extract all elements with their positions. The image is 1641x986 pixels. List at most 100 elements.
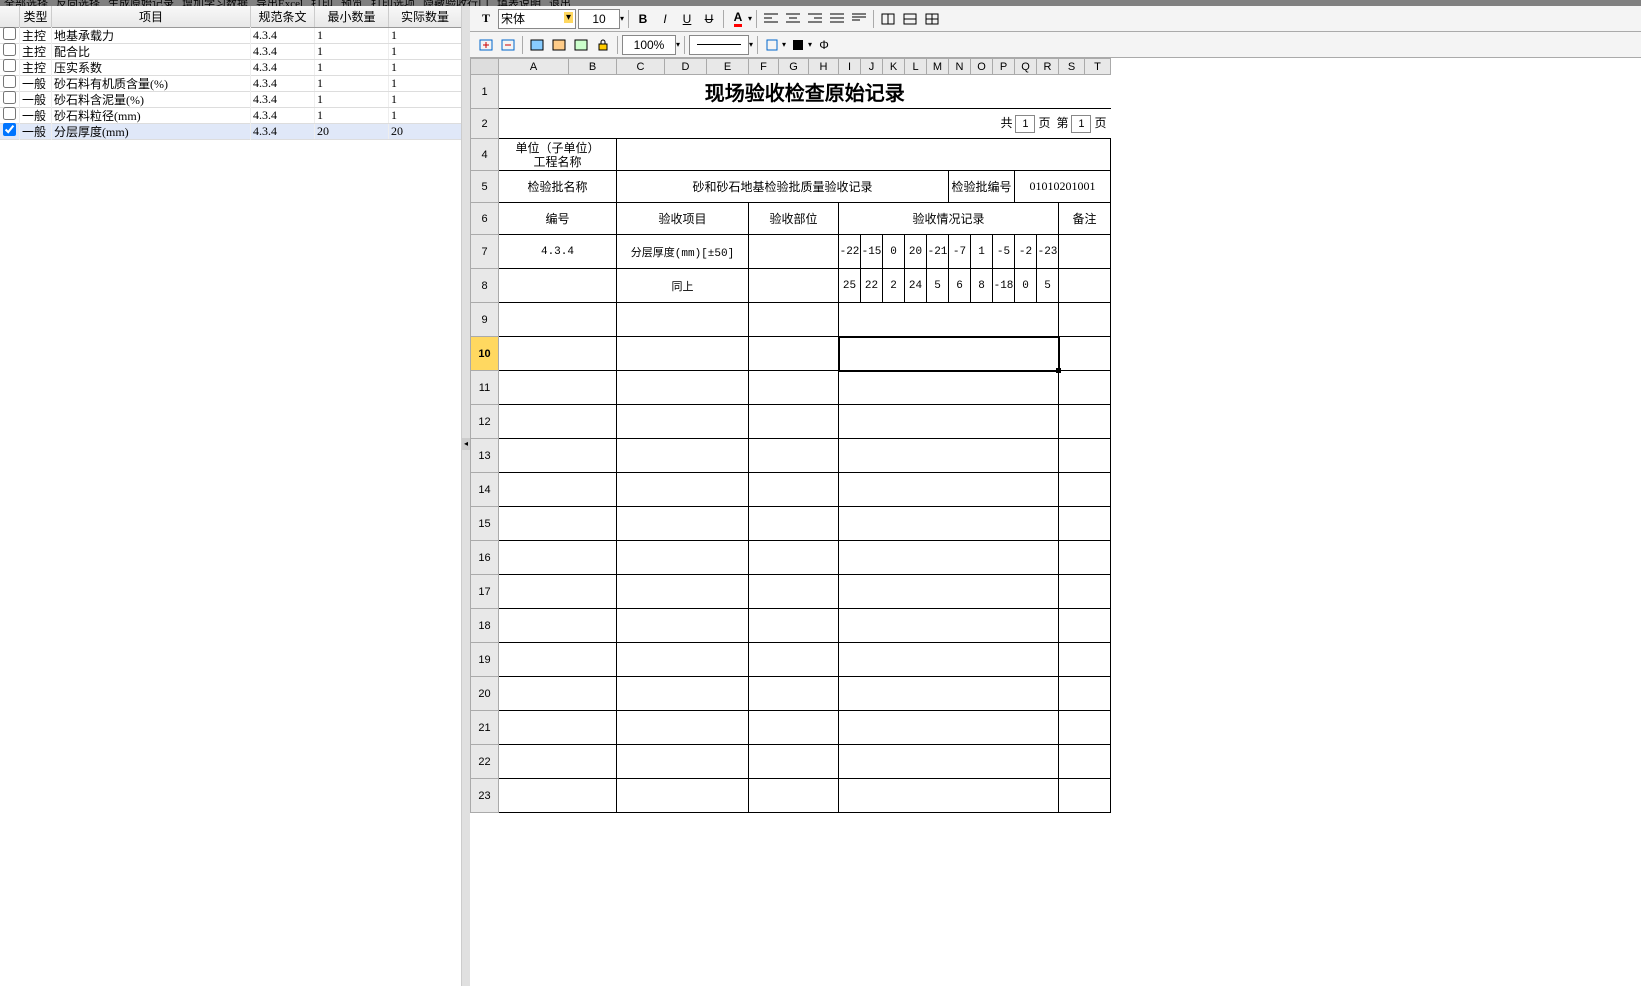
row-checkbox[interactable]: [3, 59, 16, 72]
empty-record[interactable]: [839, 609, 1059, 643]
r8-val[interactable]: 24: [905, 269, 927, 303]
empty-item[interactable]: [617, 677, 749, 711]
empty-code[interactable]: [499, 745, 617, 779]
row-header[interactable]: 4: [471, 139, 499, 171]
empty-code[interactable]: [499, 507, 617, 541]
dropdown-icon[interactable]: ▾: [808, 40, 812, 49]
row-header[interactable]: 5: [471, 171, 499, 203]
empty-item[interactable]: [617, 473, 749, 507]
unit-label-cell[interactable]: 单位（子单位） 工程名称: [499, 139, 617, 171]
bold-button[interactable]: B: [633, 9, 653, 29]
col-header[interactable]: N: [949, 59, 971, 75]
r8-val[interactable]: 25: [839, 269, 861, 303]
empty-part[interactable]: [749, 473, 839, 507]
row-checkbox[interactable]: [3, 91, 16, 104]
r7-val[interactable]: 1: [971, 235, 993, 269]
empty-item[interactable]: [617, 337, 749, 371]
empty-code[interactable]: [499, 303, 617, 337]
empty-item[interactable]: [617, 405, 749, 439]
font-size-select[interactable]: [578, 9, 620, 29]
unit-value-cell[interactable]: [617, 139, 1111, 171]
r7-item[interactable]: 分层厚度(mm)[±50]: [617, 235, 749, 269]
r8-item[interactable]: 同上: [617, 269, 749, 303]
batch-name-value[interactable]: 砂和砂石地基检验批质量验收记录: [617, 171, 949, 203]
row-header[interactable]: 15: [471, 507, 499, 541]
empty-part[interactable]: [749, 439, 839, 473]
r7-code[interactable]: 4.3.4: [499, 235, 617, 269]
row-header[interactable]: 23: [471, 779, 499, 813]
empty-part[interactable]: [749, 575, 839, 609]
delete-row-button[interactable]: [498, 35, 518, 55]
hdr-record[interactable]: 验收情况记录: [839, 203, 1059, 235]
dropdown-icon[interactable]: ▾: [749, 40, 753, 49]
empty-code[interactable]: [499, 439, 617, 473]
left-row[interactable]: 一般砂石料粒径(mm)4.3.411: [0, 108, 461, 124]
col-header[interactable]: F: [749, 59, 779, 75]
empty-item[interactable]: [617, 745, 749, 779]
col-header[interactable]: C: [617, 59, 665, 75]
col-header[interactable]: Q: [1015, 59, 1037, 75]
col-header[interactable]: I: [839, 59, 861, 75]
empty-item[interactable]: [617, 609, 749, 643]
col-header[interactable]: D: [665, 59, 707, 75]
col-header[interactable]: B: [569, 59, 617, 75]
align-right-button[interactable]: [805, 9, 825, 29]
empty-part[interactable]: [749, 303, 839, 337]
r7-val[interactable]: -15: [861, 235, 883, 269]
empty-record[interactable]: [839, 371, 1059, 405]
empty-code[interactable]: [499, 643, 617, 677]
col-header[interactable]: O: [971, 59, 993, 75]
empty-part[interactable]: [749, 507, 839, 541]
r7-val[interactable]: -23: [1037, 235, 1059, 269]
empty-part[interactable]: [749, 405, 839, 439]
empty-cell[interactable]: [499, 109, 949, 139]
row-header[interactable]: 14: [471, 473, 499, 507]
empty-record[interactable]: [839, 677, 1059, 711]
empty-remark[interactable]: [1059, 473, 1111, 507]
empty-remark[interactable]: [1059, 711, 1111, 745]
empty-item[interactable]: [617, 711, 749, 745]
hdr-remark[interactable]: 备注: [1059, 203, 1111, 235]
page-total-input[interactable]: [1015, 115, 1035, 133]
r8-val[interactable]: 0: [1015, 269, 1037, 303]
left-row[interactable]: 一般砂石料有机质含量(%)4.3.411: [0, 76, 461, 92]
row-header[interactable]: 19: [471, 643, 499, 677]
splitter-arrow-icon[interactable]: ◂: [462, 438, 470, 450]
row-header[interactable]: 16: [471, 541, 499, 575]
empty-remark[interactable]: [1059, 575, 1111, 609]
empty-item[interactable]: [617, 575, 749, 609]
empty-record[interactable]: [839, 643, 1059, 677]
row-header[interactable]: 20: [471, 677, 499, 711]
row-header[interactable]: 22: [471, 745, 499, 779]
empty-part[interactable]: [749, 643, 839, 677]
font-tool-icon[interactable]: T: [476, 9, 496, 29]
empty-code[interactable]: [499, 677, 617, 711]
row-header[interactable]: 9: [471, 303, 499, 337]
align-top-button[interactable]: [849, 9, 869, 29]
empty-part[interactable]: [749, 541, 839, 575]
r7-val[interactable]: -2: [1015, 235, 1037, 269]
empty-item[interactable]: [617, 507, 749, 541]
r8-val[interactable]: 5: [927, 269, 949, 303]
row-header[interactable]: 21: [471, 711, 499, 745]
row-header[interactable]: 6: [471, 203, 499, 235]
empty-remark[interactable]: [1059, 439, 1111, 473]
r8-remark[interactable]: [1059, 269, 1111, 303]
r8-val[interactable]: 8: [971, 269, 993, 303]
row-checkbox[interactable]: [3, 75, 16, 88]
col-header[interactable]: J: [861, 59, 883, 75]
row-header[interactable]: 7: [471, 235, 499, 269]
hdr-item[interactable]: 验收项目: [617, 203, 749, 235]
r8-val[interactable]: 2: [883, 269, 905, 303]
empty-part[interactable]: [749, 745, 839, 779]
r8-val[interactable]: 6: [949, 269, 971, 303]
merge-cells-2-button[interactable]: [900, 9, 920, 29]
empty-code[interactable]: [499, 405, 617, 439]
col-header[interactable]: P: [993, 59, 1015, 75]
r7-remark[interactable]: [1059, 235, 1111, 269]
r7-part[interactable]: [749, 235, 839, 269]
row-header[interactable]: 17: [471, 575, 499, 609]
batch-code-label[interactable]: 检验批编号: [949, 171, 1015, 203]
font-family-select[interactable]: [498, 9, 576, 29]
empty-part[interactable]: [749, 609, 839, 643]
